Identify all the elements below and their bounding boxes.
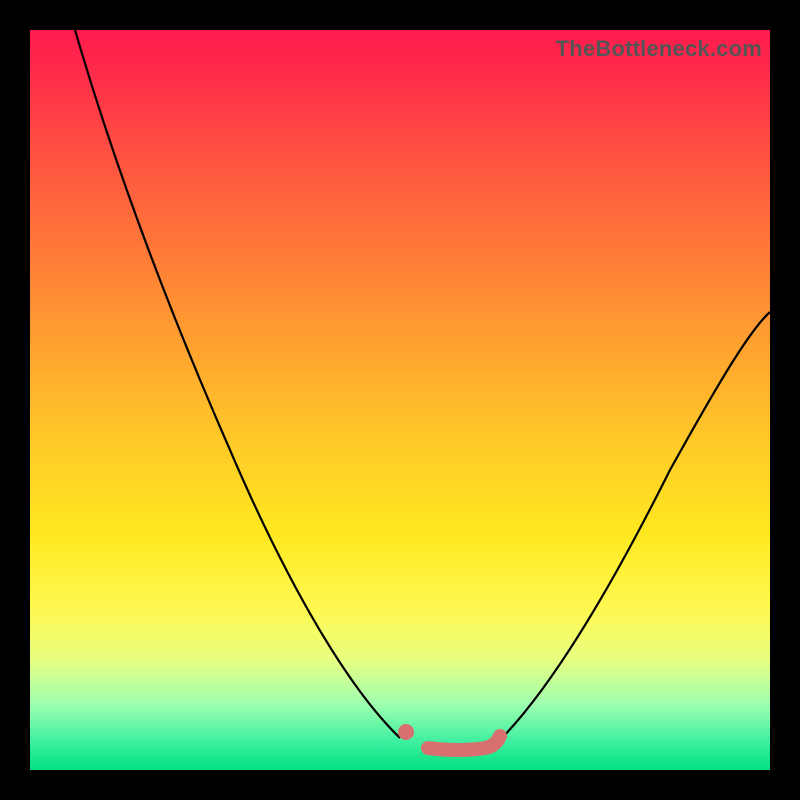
right-curve (498, 312, 770, 742)
marker-band (428, 736, 500, 750)
left-curve (75, 30, 400, 738)
chart-frame: TheBottleneck.com (30, 30, 770, 770)
chart-svg (30, 30, 770, 770)
marker-dot (398, 724, 414, 740)
